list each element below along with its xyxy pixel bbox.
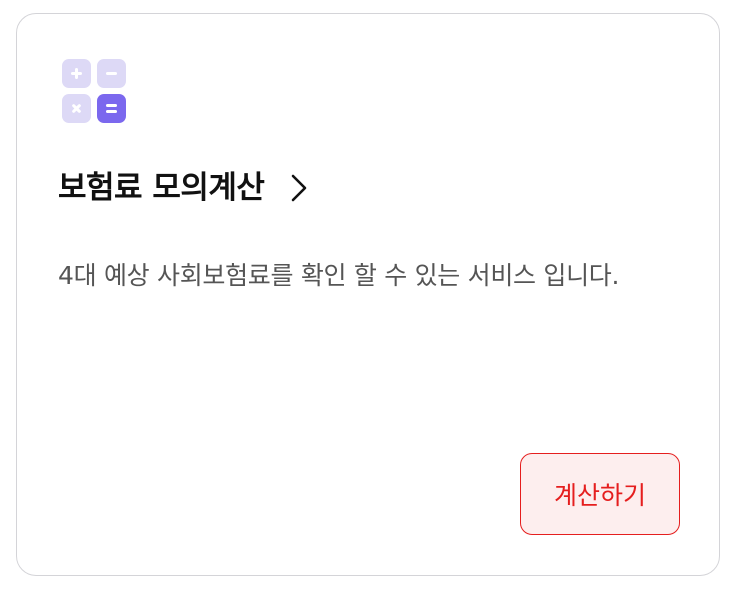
calculator-icon [62,59,126,123]
calculate-button[interactable]: 계산하기 [520,453,680,535]
card-title: 보험료 모의계산 [58,170,265,206]
card-description: 4대 예상 사회보험료를 확인 할 수 있는 서비스 입니다. [58,261,620,290]
chevron-right-icon [292,174,307,202]
insurance-calculator-card: 보험료 모의계산 4대 예상 사회보험료를 확인 할 수 있는 서비스 입니다.… [16,13,720,576]
card-title-link[interactable]: 보험료 모의계산 [58,166,310,210]
